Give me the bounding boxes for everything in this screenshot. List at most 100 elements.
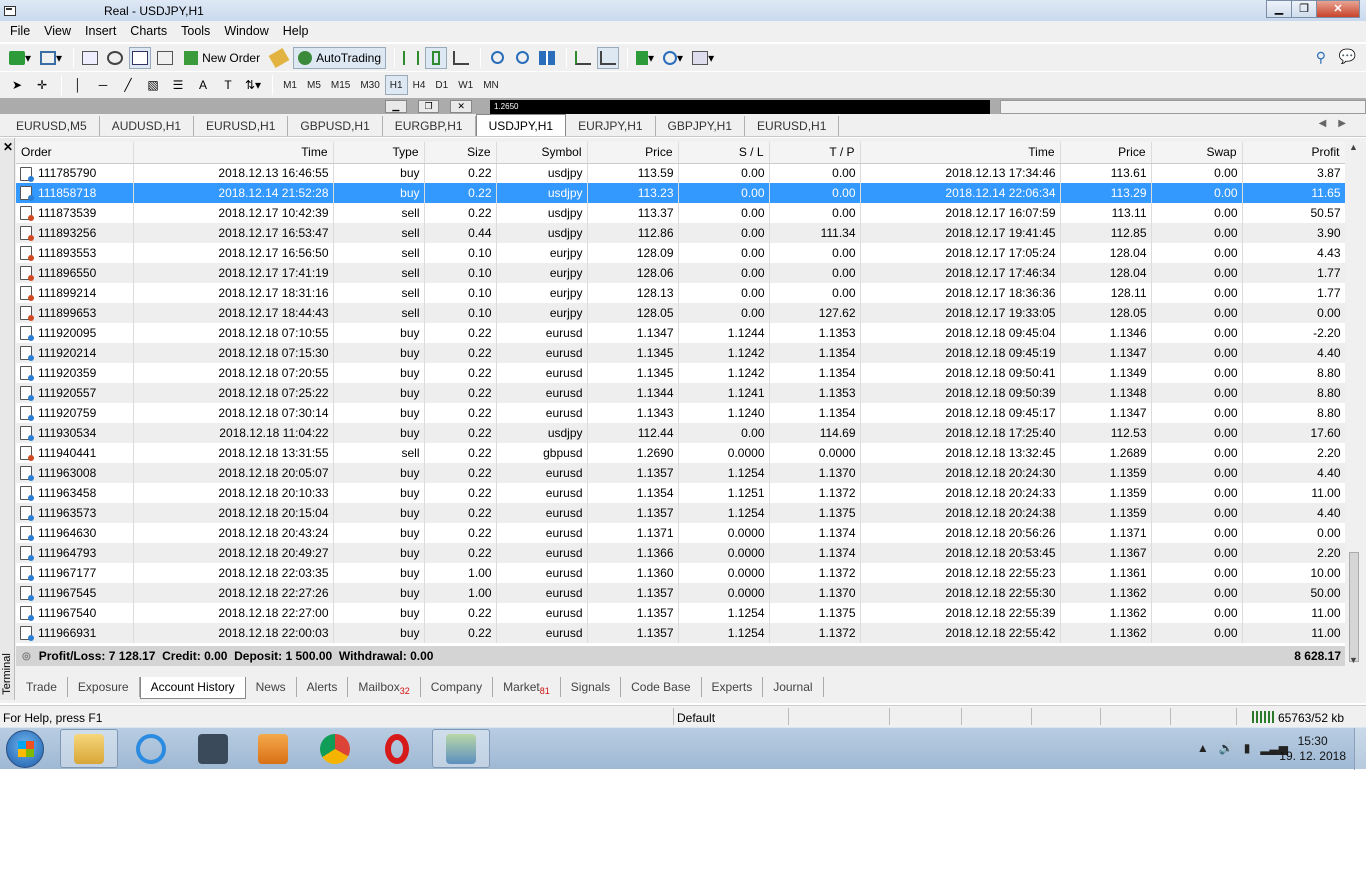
tab-market[interactable]: Market81 <box>493 677 561 697</box>
metaeditor-button[interactable] <box>268 47 290 69</box>
menu-tools[interactable]: Tools <box>174 21 217 42</box>
ie-task[interactable] <box>122 729 180 768</box>
scroll-down-icon[interactable]: ▼ <box>1349 655 1358 665</box>
media-task[interactable] <box>244 729 302 768</box>
indicators-button[interactable]: ▾ <box>633 47 657 69</box>
child-close-button[interactable]: ✕ <box>450 100 473 113</box>
horizontal-line-button[interactable]: ─ <box>92 74 114 96</box>
timeframe-h4[interactable]: H4 <box>408 75 431 95</box>
minimize-button[interactable]: ▁ <box>1266 0 1292 18</box>
table-row[interactable]: 111920359 2018.12.18 07:20:55 buy 0.22 eurus… <box>16 363 1345 383</box>
maximize-button[interactable]: ❐ <box>1291 0 1317 18</box>
table-row[interactable]: 111920095 2018.12.18 07:10:55 buy 0.22 eurus… <box>16 323 1345 343</box>
tab-code-base[interactable]: Code Base <box>621 677 702 697</box>
table-row[interactable]: 111963573 2018.12.18 20:15:04 buy 0.22 eurus… <box>16 503 1345 523</box>
profiles-button[interactable]: ▾ <box>37 47 65 69</box>
timeframe-h1[interactable]: H1 <box>384 75 408 95</box>
timeframe-m1[interactable]: M1 <box>278 75 302 95</box>
table-row[interactable]: 111963458 2018.12.18 20:10:33 buy 0.22 eurus… <box>16 483 1345 503</box>
tile-windows-button[interactable] <box>536 47 558 69</box>
table-row[interactable]: 111896550 2018.12.17 17:41:19 sell 0.10 eurj… <box>16 263 1345 283</box>
chart-tab[interactable]: EURUSD,H1 <box>194 116 289 136</box>
vertical-line-button[interactable]: │ <box>67 74 89 96</box>
autotrading-button[interactable]: AutoTrading <box>293 46 387 69</box>
text-label-button[interactable]: T <box>217 74 239 96</box>
app-icon[interactable] <box>4 5 16 16</box>
terminal-app-task[interactable] <box>184 729 242 768</box>
templates-button[interactable]: ▾ <box>689 47 717 69</box>
table-row[interactable]: 111940441 2018.12.18 13:31:55 sell 0.22 gbpu… <box>16 443 1345 463</box>
table-row[interactable]: 111920557 2018.12.18 07:25:22 buy 0.22 eurus… <box>16 383 1345 403</box>
market-watch-button[interactable] <box>79 47 101 69</box>
chart-tab[interactable]: EURJPY,H1 <box>566 116 656 136</box>
timeframe-d1[interactable]: D1 <box>430 75 453 95</box>
scroll-thumb[interactable] <box>1349 552 1359 662</box>
chart-tab[interactable]: EURUSD,M5 <box>4 116 100 136</box>
zoom-in-button[interactable] <box>486 47 508 69</box>
table-row[interactable]: 111899653 2018.12.17 18:44:43 sell 0.10 eurj… <box>16 303 1345 323</box>
timeframe-m5[interactable]: M5 <box>302 75 326 95</box>
timeframe-mn[interactable]: MN <box>478 75 504 95</box>
table-row[interactable]: 111964630 2018.12.18 20:43:24 buy 0.22 eurus… <box>16 523 1345 543</box>
table-row[interactable]: 111873539 2018.12.17 10:42:39 sell 0.22 usdj… <box>16 203 1345 223</box>
fibonacci-button[interactable]: ☰ <box>167 74 189 96</box>
column-header-symbol[interactable]: Symbol <box>496 142 588 164</box>
tab-trade[interactable]: Trade <box>16 677 68 697</box>
crosshair-button[interactable]: ✛ <box>31 74 53 96</box>
chart-tab[interactable]: GBPJPY,H1 <box>656 116 746 136</box>
chart-tab[interactable]: USDJPY,H1 <box>475 114 567 136</box>
chart-window[interactable]: 1.2650 <box>490 100 990 114</box>
table-row[interactable]: 111893256 2018.12.17 16:53:47 sell 0.44 usdj… <box>16 223 1345 243</box>
close-button[interactable]: ✕ <box>1316 0 1360 18</box>
chart-tab-scroll[interactable]: ◀▶ <box>1319 118 1358 129</box>
bar-chart-button[interactable] <box>400 47 422 69</box>
menu-window[interactable]: Window <box>217 21 275 42</box>
candlestick-button[interactable] <box>425 46 448 69</box>
periods-button[interactable]: ▾ <box>660 47 686 69</box>
menu-file[interactable]: File <box>3 21 37 42</box>
terminal-button[interactable] <box>129 46 152 69</box>
navigator-button[interactable] <box>104 47 126 69</box>
chart-tab[interactable]: EURGBP,H1 <box>383 116 476 136</box>
table-row[interactable]: 111967545 2018.12.18 22:27:26 buy 1.00 eurus… <box>16 583 1345 603</box>
column-header-time[interactable]: Time <box>860 142 1061 164</box>
table-row[interactable]: 111967540 2018.12.18 22:27:00 buy 0.22 eurus… <box>16 603 1345 623</box>
child-restore-button[interactable]: ❐ <box>417 100 440 113</box>
zoom-out-button[interactable] <box>511 47 533 69</box>
tab-mailbox[interactable]: Mailbox32 <box>348 677 421 697</box>
trendline-button[interactable]: ╱ <box>117 74 139 96</box>
chart-tab[interactable]: GBPUSD,H1 <box>288 116 383 136</box>
chart-shift-button[interactable] <box>572 47 594 69</box>
timeframe-m15[interactable]: M15 <box>326 75 355 95</box>
table-row[interactable]: 111966931 2018.12.18 22:00:03 buy 0.22 eurus… <box>16 623 1345 643</box>
column-header-tp[interactable]: T / P <box>769 142 861 164</box>
menu-charts[interactable]: Charts <box>123 21 174 42</box>
new-chart-button[interactable]: ▾ <box>6 47 34 69</box>
chart-tab[interactable]: AUDUSD,H1 <box>100 116 195 136</box>
menu-view[interactable]: View <box>37 21 78 42</box>
new-order-button[interactable]: New Order <box>179 47 265 69</box>
tab-journal[interactable]: Journal <box>763 677 824 697</box>
channel-button[interactable]: ▧ <box>142 74 164 96</box>
autoscroll-button[interactable] <box>597 46 620 69</box>
text-button[interactable]: A <box>192 74 214 96</box>
volume-icon[interactable]: 🔊 <box>1219 741 1234 755</box>
line-chart-button[interactable] <box>450 47 472 69</box>
start-button[interactable] <box>6 730 44 768</box>
table-row[interactable]: 111920759 2018.12.18 07:30:14 buy 0.22 eurus… <box>16 403 1345 423</box>
clock[interactable]: 15:30 19. 12. 2018 <box>1279 734 1346 764</box>
table-row[interactable]: 111920214 2018.12.18 07:15:30 buy 0.22 eurus… <box>16 343 1345 363</box>
table-row[interactable]: 111785790 2018.12.13 16:46:55 buy 0.22 usdjp… <box>16 163 1345 183</box>
table-row[interactable]: 111963008 2018.12.18 20:05:07 buy 0.22 eurus… <box>16 463 1345 483</box>
table-row[interactable]: 111964793 2018.12.18 20:49:27 buy 0.22 eurus… <box>16 543 1345 563</box>
column-header-order[interactable]: Order <box>16 142 134 164</box>
tab-signals[interactable]: Signals <box>561 677 622 697</box>
child-minimize-button[interactable]: ▁ <box>385 100 407 113</box>
table-row[interactable]: 111893553 2018.12.17 16:56:50 sell 0.10 eurj… <box>16 243 1345 263</box>
column-header-type[interactable]: Type <box>333 142 425 164</box>
tester-button[interactable] <box>154 47 176 69</box>
show-desktop-button[interactable] <box>1354 728 1366 770</box>
table-row[interactable]: 111967177 2018.12.18 22:03:35 buy 1.00 eurus… <box>16 563 1345 583</box>
table-row[interactable]: 111899214 2018.12.17 18:31:16 sell 0.10 eurj… <box>16 283 1345 303</box>
menu-help[interactable]: Help <box>276 21 316 42</box>
